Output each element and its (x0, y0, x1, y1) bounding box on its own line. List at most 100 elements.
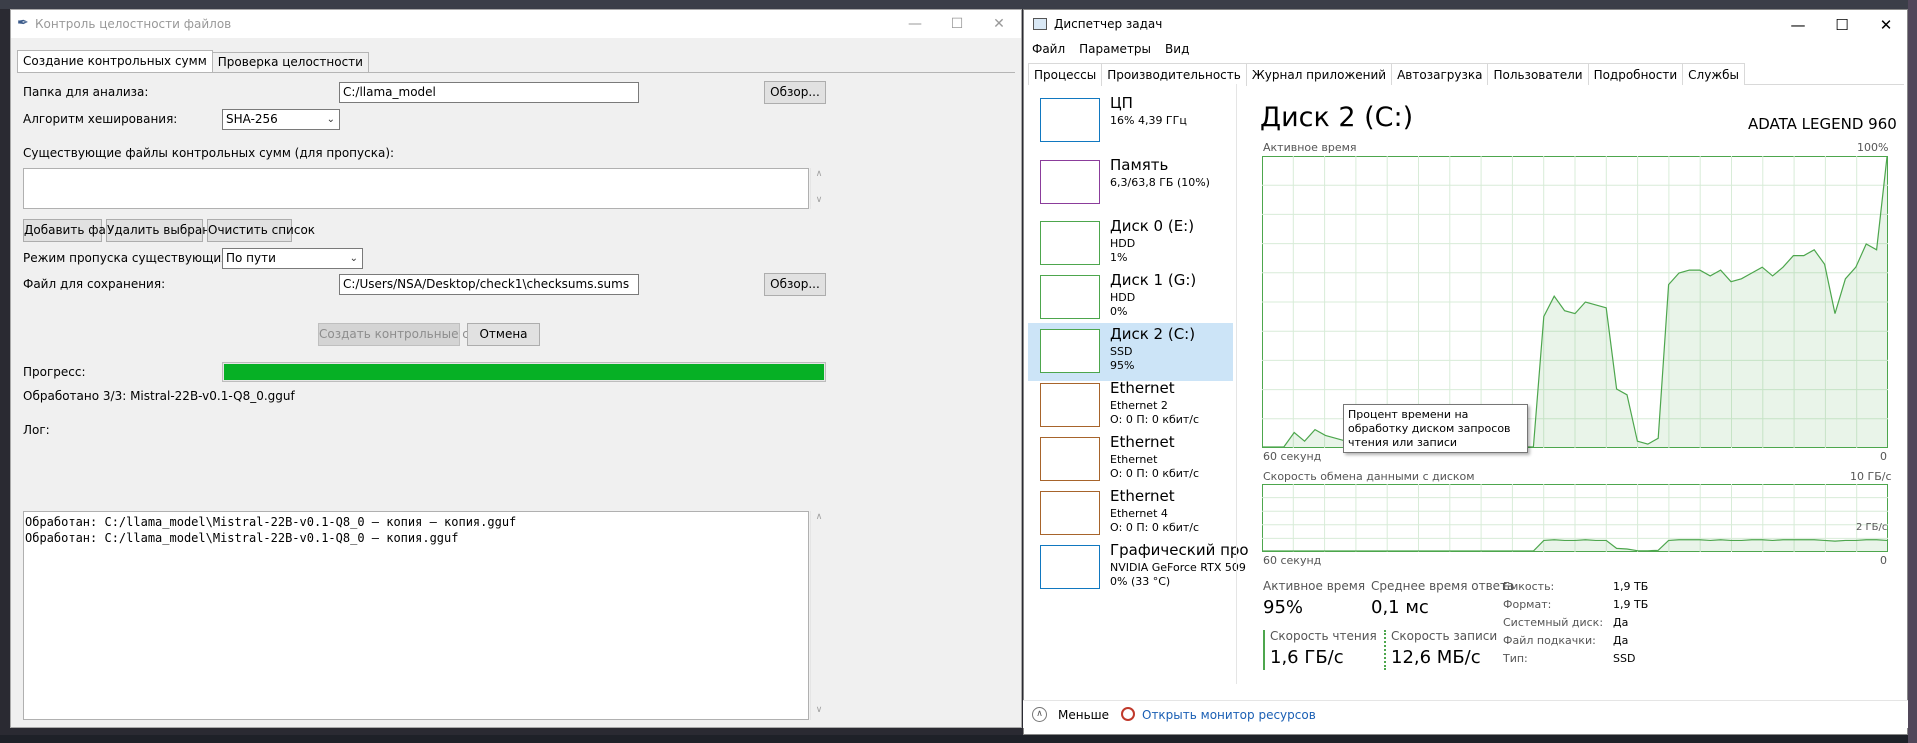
existing-files-list[interactable] (23, 168, 809, 209)
open-resource-monitor-link[interactable]: Открыть монитор ресурсов (1142, 708, 1316, 722)
prop-key: Формат: (1503, 598, 1552, 611)
progress-label: Прогресс: (23, 365, 86, 379)
log-scrollbar[interactable]: ∧ ∨ (810, 511, 826, 720)
tab-processes[interactable]: Процессы (1028, 63, 1103, 85)
chevron-down-icon: ⌄ (326, 114, 335, 125)
read-marker (1263, 630, 1265, 670)
sidebar-item-8[interactable]: Графический про NVIDIA GeForce RTX 509 0% … (1028, 539, 1249, 597)
prop-value: 1,9 ТБ (1613, 598, 1649, 611)
tab-verify[interactable]: Проверка целостности (211, 52, 369, 72)
task-manager-icon (1033, 18, 1047, 30)
sidebar-item-name: ЦП (1110, 94, 1133, 112)
prop-value: Да (1613, 634, 1629, 647)
sidebar-item-detail: NVIDIA GeForce RTX 509 (1110, 561, 1246, 574)
tab-app-history[interactable]: Журнал приложений (1245, 63, 1393, 85)
algo-value: SHA-256 (226, 112, 278, 126)
scroll-up-icon[interactable]: ∧ (811, 169, 827, 179)
minimize-button[interactable]: — (895, 13, 935, 35)
sidebar-thumbnail (1040, 491, 1100, 535)
chevron-up-icon[interactable]: ∧ (1032, 707, 1047, 722)
save-path-input[interactable]: C:/Users/NSA/Desktop/check1\checksums.su… (339, 274, 639, 295)
sidebar-item-2[interactable]: Диск 0 (E:) HDD 1% (1028, 215, 1233, 273)
sidebar-item-4[interactable]: Диск 2 (C:) SSD 95% (1028, 323, 1233, 381)
log-area[interactable]: Обработан: C:/llama_model\Mistral-22B-v0… (23, 511, 809, 720)
tab-services[interactable]: Службы (1682, 63, 1746, 85)
clear-list-button[interactable]: Очистить список (207, 219, 315, 242)
skip-mode-select[interactable]: По пути ⌄ (222, 248, 363, 269)
sidebar-item-detail: Ethernet (1110, 453, 1158, 466)
tab-startup[interactable]: Автозагрузка (1391, 63, 1489, 85)
sidebar-divider (1236, 84, 1237, 684)
sidebar-thumbnail (1040, 160, 1100, 204)
tm-footer: ∧ Меньше Открыть монитор ресурсов (1023, 700, 1908, 728)
log-line: Обработан: C:/llama_model\Mistral-22B-v0… (25, 515, 517, 529)
tab-details[interactable]: Подробности (1587, 63, 1684, 85)
disk-title: Диск 2 (C:) (1260, 102, 1414, 133)
sidebar-item-detail: О: 0 П: 0 кбит/с (1110, 467, 1200, 480)
menu-options[interactable]: Параметры (1079, 42, 1151, 56)
folder-label: Папка для анализа: (23, 85, 149, 99)
stat-read-value: 1,6 ГБ/с (1270, 647, 1344, 668)
maximize-button[interactable]: ☐ (937, 13, 977, 35)
feather-icon: ✒ (17, 15, 29, 31)
sidebar-item-detail: О: 0 П: 0 кбит/с (1110, 413, 1200, 426)
sidebar-item-name: Диск 2 (C:) (1110, 325, 1196, 343)
algo-select[interactable]: SHA-256 ⌄ (222, 109, 340, 130)
stat-read-label: Скорость чтения (1270, 629, 1377, 643)
folder-input[interactable]: C:/llama_model (339, 82, 639, 103)
algo-label: Алгоритм хеширования: (23, 112, 178, 126)
scroll-down-icon[interactable]: ∨ (811, 705, 827, 715)
sidebar-item-5[interactable]: Ethernet Ethernet 2 О: 0 П: 0 кбит/с (1028, 377, 1233, 435)
tm-maximize-button[interactable]: ☐ (1820, 14, 1864, 36)
graph1-label: Активное время (1263, 141, 1357, 154)
add-file-button[interactable]: Добавить файл (23, 219, 121, 242)
graph1-max: 100% (1857, 141, 1889, 154)
prop-value: Да (1613, 616, 1629, 629)
prop-key: Тип: (1503, 652, 1528, 665)
sidebar-thumbnail (1040, 329, 1100, 373)
sidebar-thumbnail (1040, 545, 1100, 589)
browse-save-button[interactable]: Обзор... (764, 273, 826, 296)
tooltip: Процент времени на обработку диском запр… (1343, 404, 1528, 453)
tab-create[interactable]: Создание контрольных сумм (17, 50, 213, 72)
desktop-top (0, 0, 1917, 9)
graph1-left: 60 секунд (1263, 450, 1322, 463)
tm-minimize-button[interactable]: — (1776, 14, 1820, 36)
menu-file[interactable]: Файл (1032, 42, 1065, 56)
browse-folder-button[interactable]: Обзор... (764, 81, 826, 104)
sidebar-item-7[interactable]: Ethernet Ethernet 4 О: 0 П: 0 кбит/с (1028, 485, 1233, 543)
create-checksums-button[interactable]: Создать контрольные суммы (318, 323, 504, 346)
sidebar-item-detail: 0% (33 °C) (1110, 575, 1171, 588)
window-title: Контроль целостности файлов (35, 17, 232, 31)
sidebar-item-name: Диск 0 (E:) (1110, 217, 1195, 235)
cancel-button[interactable]: Отмена (467, 323, 540, 346)
sidebar-item-detail: HDD (1110, 237, 1136, 250)
fewer-details-link[interactable]: Меньше (1058, 708, 1109, 722)
existing-scrollbar[interactable]: ∧ ∨ (810, 168, 826, 209)
sidebar-item-6[interactable]: Ethernet Ethernet О: 0 П: 0 кбит/с (1028, 431, 1233, 489)
remove-selected-button[interactable]: Удалить выбранный (106, 219, 235, 242)
titlebar[interactable]: ✒ Контроль целостности файлов — ☐ ✕ (11, 10, 1021, 38)
transfer-rate-graph (1262, 484, 1888, 552)
menu-view[interactable]: Вид (1165, 42, 1189, 56)
checksum-window: ✒ Контроль целостности файлов — ☐ ✕ Созд… (10, 9, 1022, 728)
progress-bar (222, 362, 826, 382)
close-button[interactable]: ✕ (979, 13, 1019, 35)
scroll-down-icon[interactable]: ∨ (811, 195, 827, 205)
sidebar-item-detail: 6,3/63,8 ГБ (10%) (1110, 176, 1210, 189)
sidebar-item-1[interactable]: Память 6,3/63,8 ГБ (10%) (1028, 154, 1233, 212)
sidebar-thumbnail (1040, 98, 1100, 142)
scroll-up-icon[interactable]: ∧ (811, 512, 827, 522)
graph2-mid: 2 ГБ/с (1856, 522, 1888, 533)
tab-panel: Папка для анализа: C:/llama_model Обзор.… (17, 72, 1015, 722)
sidebar-item-0[interactable]: ЦП 16% 4,39 ГГц (1028, 92, 1233, 150)
sidebar-item-detail: 95% (1110, 359, 1135, 372)
sidebar-item-detail: HDD (1110, 291, 1136, 304)
tab-users[interactable]: Пользователи (1487, 63, 1589, 85)
tab-performance[interactable]: Производительность (1101, 63, 1247, 86)
sidebar-item-3[interactable]: Диск 1 (G:) HDD 0% (1028, 269, 1233, 327)
sidebar-thumbnail (1040, 437, 1100, 481)
tm-close-button[interactable]: ✕ (1864, 14, 1908, 36)
tm-window-title: Диспетчер задач (1054, 17, 1163, 31)
tab-bar: Создание контрольных сумм Проверка целос… (17, 50, 369, 72)
